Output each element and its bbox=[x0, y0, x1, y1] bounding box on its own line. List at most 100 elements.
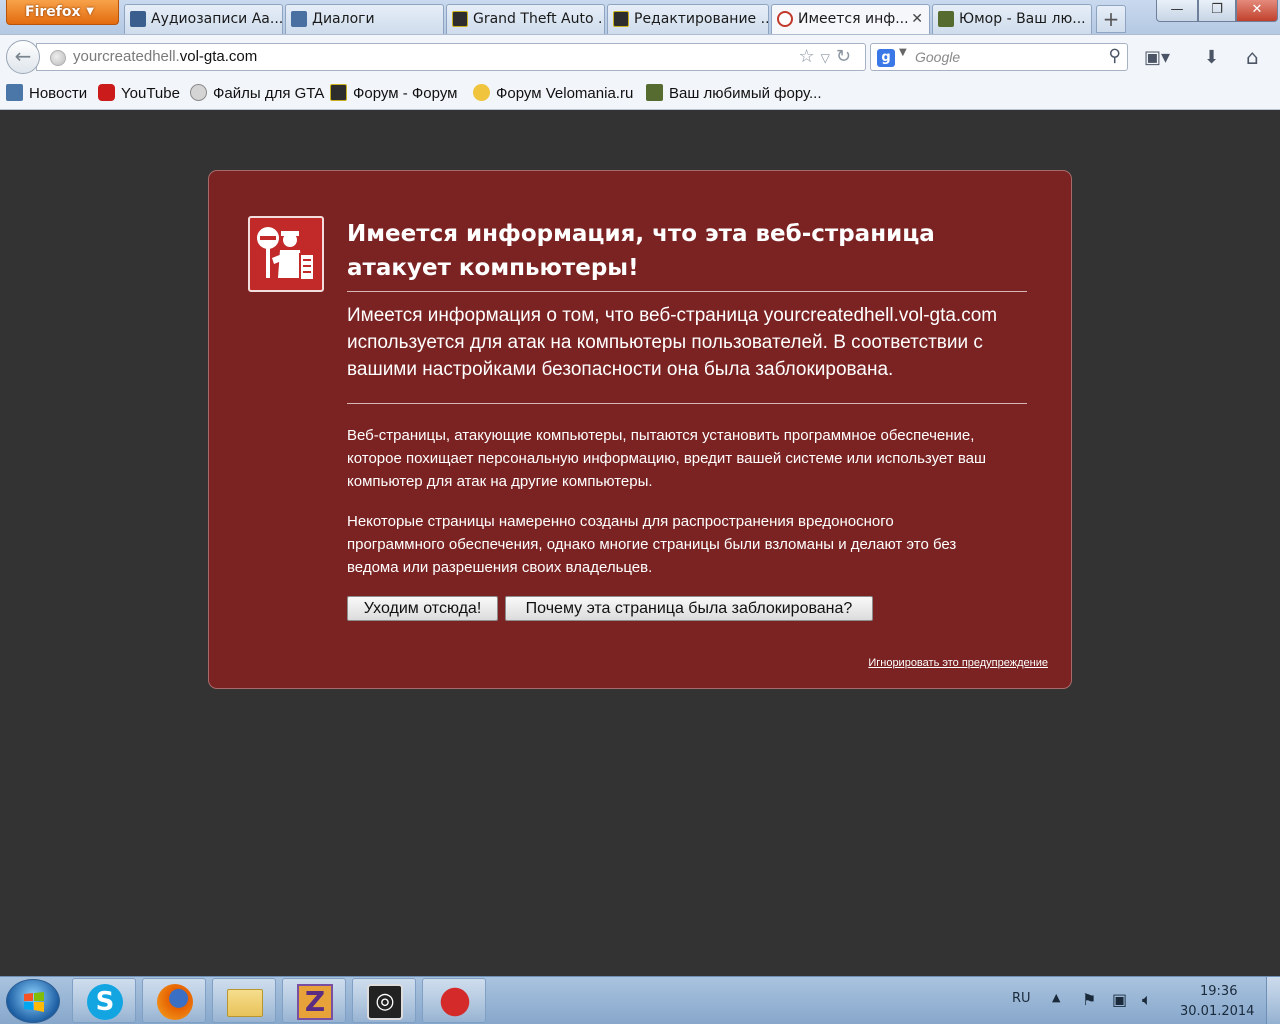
start-button[interactable] bbox=[6, 979, 60, 1023]
chevron-down-icon: ▼ bbox=[86, 6, 94, 17]
bookmark-forum[interactable]: Форум - Форум bbox=[330, 84, 457, 104]
firefox-menu-label: Firefox bbox=[25, 4, 81, 20]
get-me-out-button[interactable]: Уходим отсюда! bbox=[347, 596, 498, 621]
search-input[interactable]: Google bbox=[915, 49, 960, 65]
show-desktop-button[interactable] bbox=[1266, 977, 1280, 1024]
tab-label: Grand Theft Auto ... bbox=[473, 11, 605, 27]
dropdown-icon[interactable]: ▽ bbox=[821, 51, 836, 65]
tab-dialogs[interactable]: Диалоги bbox=[285, 4, 444, 34]
firefox-menu-button[interactable]: Firefox ▼ bbox=[6, 0, 119, 25]
taskbar-red-app[interactable] bbox=[422, 978, 486, 1023]
url-bar[interactable]: yourcreatedhell.vol-gta.com ☆▽↻ bbox=[36, 43, 866, 71]
3ds-max-icon: ◎ bbox=[367, 984, 403, 1020]
plus-icon: + bbox=[1102, 7, 1120, 31]
action-center-flag-icon[interactable]: ⚑ bbox=[1082, 990, 1096, 1009]
gta-icon bbox=[452, 11, 468, 27]
gta5-icon bbox=[646, 84, 663, 101]
search-icon[interactable]: ⚲ bbox=[1109, 46, 1121, 66]
gta-icon bbox=[613, 11, 629, 27]
tab-editing[interactable]: Редактирование ... bbox=[607, 4, 769, 34]
downloads-icon[interactable]: ⬇ bbox=[1204, 47, 1219, 68]
bookmark-label: Новости bbox=[29, 85, 88, 102]
tab-label: Юмор - Ваш лю... bbox=[959, 11, 1086, 27]
bookmark-gta-files[interactable]: Файлы для GTA bbox=[190, 84, 324, 104]
bookmark-star-icon[interactable]: ☆ bbox=[799, 46, 821, 67]
navigation-bar: yourcreatedhell.vol-gta.com ☆▽↻ ← g ▼ Go… bbox=[0, 34, 1280, 78]
error-short-description: Имеется информация о том, что веб-страни… bbox=[347, 302, 1027, 404]
youtube-icon bbox=[98, 84, 115, 101]
url-subdomain: yourcreatedhell. bbox=[73, 48, 180, 65]
network-icon[interactable]: ▣ bbox=[1112, 990, 1127, 1009]
taskbar-firefox[interactable] bbox=[142, 978, 206, 1023]
tab-label: Имеется инф... bbox=[798, 11, 909, 27]
minimize-icon: — bbox=[1170, 2, 1184, 17]
error-title: Имеется информация, что эта веб-страница… bbox=[347, 217, 1027, 292]
taskbar: S Z ◎ RU ▲ ⚑ ▣ 🔈︎ 19:36 30.01.2014 bbox=[0, 976, 1280, 1024]
bookmark-youtube[interactable]: YouTube bbox=[98, 84, 180, 104]
firefox-icon bbox=[157, 984, 193, 1020]
close-tab-icon[interactable]: ✕ bbox=[911, 5, 923, 33]
why-blocked-button[interactable]: Почему эта страница была заблокирована? bbox=[505, 596, 873, 621]
gta-icon bbox=[330, 84, 347, 101]
clock-date[interactable]: 30.01.2014 bbox=[1180, 1004, 1254, 1019]
error-explanation-2: Некоторые страницы намеренно созданы для… bbox=[347, 513, 957, 576]
bookmarks-menu-icon[interactable]: ▣▾ bbox=[1144, 47, 1170, 68]
malware-police-icon-glyph bbox=[257, 227, 315, 281]
language-indicator[interactable]: RU bbox=[1012, 991, 1031, 1006]
system-tray: RU ▲ ⚑ ▣ 🔈︎ 19:36 30.01.2014 bbox=[1000, 977, 1280, 1024]
tab-label: Аудиозаписи Аа... bbox=[151, 11, 283, 27]
home-icon[interactable]: ⌂ bbox=[1246, 45, 1259, 69]
explorer-folder-icon bbox=[227, 989, 263, 1017]
show-hidden-icons-icon[interactable]: ▲ bbox=[1052, 991, 1060, 1004]
tab-blocked-page[interactable]: Имеется инф... ✕ bbox=[771, 4, 930, 35]
taskbar-3ds-max[interactable]: ◎ bbox=[352, 978, 416, 1023]
tab-label: Диалоги bbox=[312, 11, 375, 27]
tab-gta[interactable]: Grand Theft Auto ... bbox=[446, 4, 605, 34]
new-tab-button[interactable]: + bbox=[1096, 5, 1126, 33]
search-engine-dropdown-icon[interactable]: ▼ bbox=[899, 47, 907, 58]
malware-warning-box: Имеется информация, что эта веб-страница… bbox=[208, 170, 1072, 689]
google-icon[interactable]: g bbox=[877, 49, 895, 67]
vk-icon bbox=[6, 84, 23, 101]
velomania-icon bbox=[473, 84, 490, 101]
bookmark-velomania[interactable]: Форум Velomania.ru bbox=[473, 84, 633, 104]
window-close-button[interactable]: ✕ bbox=[1236, 0, 1278, 22]
bookmark-label: Ваш любимый фору... bbox=[669, 85, 822, 102]
ignore-warning-link[interactable]: Игнорировать это предупреждение bbox=[868, 657, 1048, 669]
tab-humor[interactable]: Юмор - Ваш лю... bbox=[932, 4, 1092, 34]
chat-icon bbox=[291, 11, 307, 27]
stop-icon bbox=[777, 11, 793, 27]
play-icon bbox=[130, 11, 146, 27]
bookmark-label: Файлы для GTA bbox=[213, 85, 325, 102]
url-bar-actions: ☆▽↻ bbox=[799, 46, 857, 67]
maximize-button[interactable]: ❐ bbox=[1198, 0, 1236, 22]
bookmarks-toolbar: Новости YouTube Файлы для GTA Форум - Фо… bbox=[0, 78, 1280, 110]
volume-icon[interactable]: 🔈︎ bbox=[1142, 990, 1152, 1010]
search-bar[interactable]: g ▼ Google ⚲ bbox=[870, 43, 1128, 71]
bookmark-label: YouTube bbox=[121, 85, 180, 102]
error-explanation-1: Веб-страницы, атакующие компьютеры, пыта… bbox=[347, 427, 986, 490]
page-content: Имеется информация, что эта веб-страница… bbox=[0, 111, 1280, 976]
taskbar-explorer[interactable] bbox=[212, 978, 276, 1023]
bookmark-label: Форум Velomania.ru bbox=[496, 85, 634, 102]
close-icon: ✕ bbox=[1251, 2, 1263, 17]
windows-logo-icon bbox=[24, 992, 44, 1012]
bookmark-news[interactable]: Новости bbox=[6, 84, 87, 104]
minimize-button[interactable]: — bbox=[1156, 0, 1198, 22]
reload-icon[interactable]: ↻ bbox=[836, 46, 857, 67]
url-text[interactable]: yourcreatedhell.vol-gta.com bbox=[73, 48, 257, 65]
z-app-icon: Z bbox=[297, 984, 333, 1020]
back-button[interactable]: ← bbox=[6, 40, 40, 74]
tab-audio[interactable]: Аудиозаписи Аа... bbox=[124, 4, 283, 34]
bookmark-label: Форум - Форум bbox=[353, 85, 458, 102]
url-domain: vol-gta.com bbox=[179, 48, 258, 65]
malware-police-icon bbox=[248, 216, 324, 292]
clock-time[interactable]: 19:36 bbox=[1200, 984, 1237, 999]
red-splat-app-icon bbox=[437, 984, 473, 1020]
skype-icon: S bbox=[87, 984, 123, 1020]
taskbar-z-app[interactable]: Z bbox=[282, 978, 346, 1023]
bookmark-favorite-forum[interactable]: Ваш любимый фору... bbox=[646, 84, 822, 104]
tab-label: Редактирование ... bbox=[634, 11, 769, 27]
maximize-icon: ❐ bbox=[1211, 2, 1223, 17]
taskbar-skype[interactable]: S bbox=[72, 978, 136, 1023]
